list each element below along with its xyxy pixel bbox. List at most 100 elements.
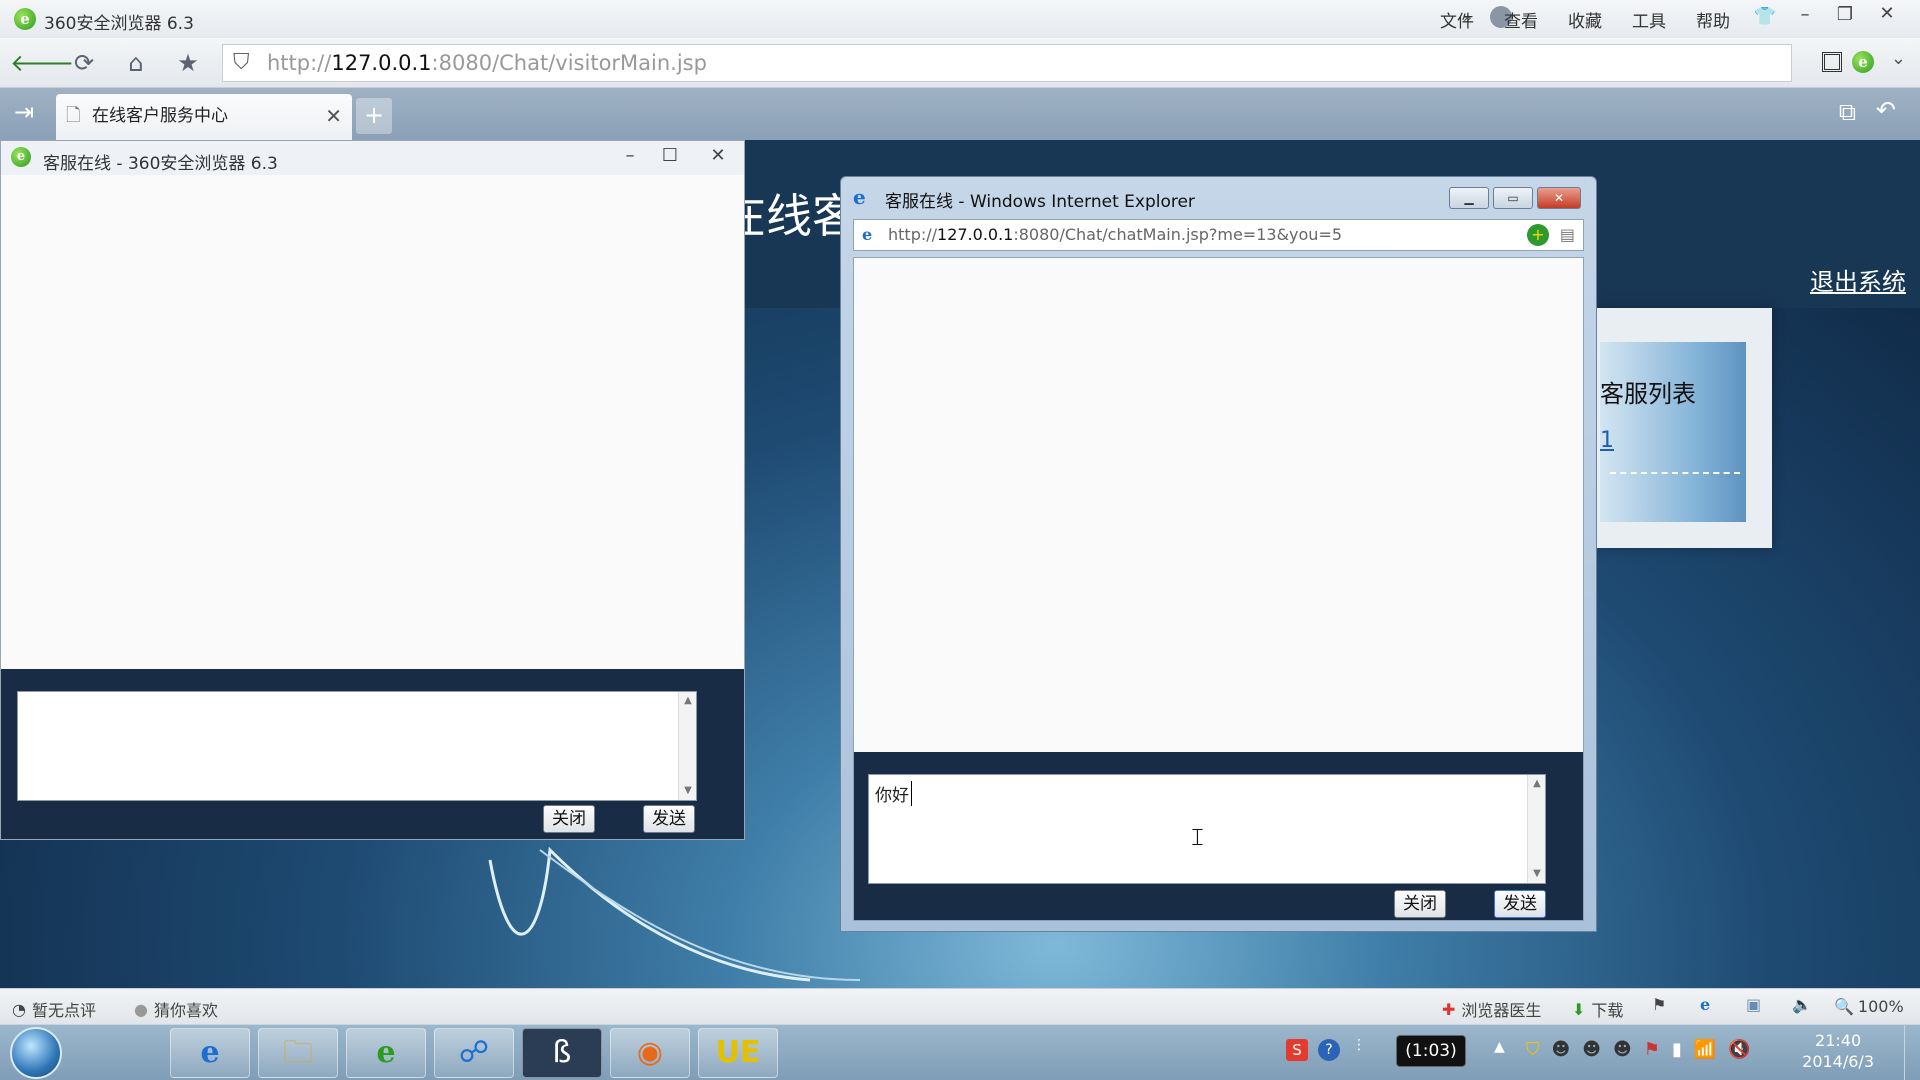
network-app-taskbar-icon[interactable]: ☍ <box>434 1028 514 1078</box>
popup360-close-button[interactable]: 关闭 <box>543 805 595 833</box>
status-recommend[interactable]: ● 猜你喜欢 <box>134 997 218 1021</box>
battery-icon[interactable]: ▮ <box>1672 1039 1682 1060</box>
popup360-scrollbar[interactable]: ▲ ▼ <box>678 692 696 800</box>
security-tray-icon[interactable]: ⛉ <box>1526 1039 1540 1060</box>
start-button[interactable] <box>10 1027 62 1079</box>
download-button[interactable]: ⬇ 下载 <box>1572 997 1623 1021</box>
ie-compat-icon[interactable]: + <box>1527 224 1549 246</box>
sidebar-toggle-icon[interactable]: ⇥ <box>14 98 34 126</box>
popup360-maximize-icon[interactable]: ☐ <box>651 145 689 166</box>
popup360-close-icon[interactable]: ✕ <box>699 145 737 166</box>
menu-favorites[interactable]: 收藏 <box>1568 7 1602 32</box>
close-icon[interactable]: ✕ <box>1868 3 1906 24</box>
ie-mode-icon[interactable]: e <box>1700 995 1710 1014</box>
chat-popup-360: e 客服在线 - 360安全浏览器 6.3 – ☐ ✕ ▲ ▼ 关闭 发送 <box>0 140 745 840</box>
eclipse-taskbar-icon[interactable]: ß <box>522 1028 602 1078</box>
help-icon[interactable]: ? <box>1318 1039 1340 1061</box>
popup360-logo-icon: e <box>11 147 31 167</box>
refresh-icon[interactable]: ⟳ <box>62 43 106 83</box>
zoom-control[interactable]: 🔍 100% <box>1834 997 1904 1016</box>
ie-scroll-down-icon[interactable]: ▼ <box>1528 865 1546 883</box>
download-label: 下载 <box>1591 1001 1624 1020</box>
status-rating[interactable]: ◔ 暂无点评 <box>12 997 96 1021</box>
ie-page-icon: e <box>862 225 873 244</box>
skin-icon[interactable]: 👕 <box>1746 6 1784 27</box>
explorer-taskbar-icon[interactable]: 🗀 <box>258 1028 338 1078</box>
browser-title: 360安全浏览器 6.3 <box>44 14 194 34</box>
ime-settings-icon[interactable]: ⋮ <box>1352 1037 1366 1053</box>
ie-close-icon[interactable]: ✕ <box>1537 187 1581 209</box>
menu-bar: 文件 查看 收藏 工具 帮助 <box>1440 7 1730 32</box>
window-list-icon[interactable]: ⧉ <box>1839 98 1856 126</box>
screenshot-icon[interactable]: ▣ <box>1746 995 1761 1014</box>
chat-popup-ie: e 客服在线 - Windows Internet Explorer ▁ ▭ ✕… <box>840 176 1597 932</box>
favorite-star-icon[interactable]: ★ <box>166 43 210 83</box>
cs-list-panel: 客服列表 1 <box>1596 308 1772 548</box>
qq-tray-icon-3[interactable]: ☻ <box>1613 1039 1632 1060</box>
popup360-title: 客服在线 - 360安全浏览器 6.3 <box>43 154 278 174</box>
network-signal-icon[interactable]: 📶 <box>1694 1039 1716 1060</box>
ie-restore-icon[interactable]: ▭ <box>1493 187 1533 209</box>
ime-icon[interactable]: S <box>1286 1039 1308 1061</box>
scroll-down-icon[interactable]: ▼ <box>679 782 697 800</box>
restore-icon[interactable]: ❐ <box>1826 4 1864 25</box>
ultraedit-taskbar-icon[interactable]: UE <box>698 1028 778 1078</box>
status-rating-label: 暂无点评 <box>31 1001 96 1020</box>
tab-online-service[interactable]: 🗋 在线客户服务中心 ✕ <box>56 94 352 140</box>
tab-title: 在线客户服务中心 <box>92 106 228 126</box>
new-tab-button[interactable]: + <box>356 98 392 134</box>
browser-titlebar: e 360安全浏览器 6.3 » 文件 查看 收藏 工具 帮助 👕 – ❐ ✕ <box>0 0 1920 38</box>
qq-tray-icon-2[interactable]: ☻ <box>1582 1039 1601 1060</box>
firefox-taskbar-icon[interactable]: ◉ <box>610 1028 690 1078</box>
cs-list-item[interactable]: 1 <box>1600 428 1614 453</box>
ie-send-button[interactable]: 发送 <box>1494 890 1546 918</box>
system-clock[interactable]: 21:40 2014/6/3 <box>1802 1030 1874 1072</box>
back-icon[interactable]: 🡐 <box>10 43 74 83</box>
ie-url-prefix: http:// <box>888 225 938 244</box>
ie-address-bar[interactable]: e http://127.0.0.1:8080/Chat/chatMain.js… <box>853 219 1584 251</box>
ie-message-input[interactable]: 你好 𝙸 ▲ ▼ <box>868 774 1546 884</box>
popup360-minimize-icon[interactable]: – <box>611 145 649 166</box>
tray-expand-icon[interactable]: ▲ <box>1494 1039 1505 1055</box>
tab-close-icon[interactable]: ✕ <box>325 94 342 138</box>
flag-tray-icon[interactable]: ⚑ <box>1644 1039 1660 1060</box>
ie-taskbar-icon[interactable]: e <box>170 1028 250 1078</box>
ie-minimize-icon[interactable]: ▁ <box>1449 187 1489 209</box>
browser-doctor[interactable]: ✚ 浏览器医生 <box>1442 997 1541 1021</box>
scroll-up-icon[interactable]: ▲ <box>679 692 697 710</box>
ie-logo-icon: e <box>853 185 866 209</box>
zoom-value: 100% <box>1857 997 1904 1016</box>
ie-title: 客服在线 - Windows Internet Explorer <box>885 192 1195 212</box>
qrcode-icon[interactable] <box>1822 52 1842 72</box>
volume-icon[interactable]: 🔈 <box>1792 995 1812 1014</box>
menu-help[interactable]: 帮助 <box>1696 7 1730 32</box>
speaker-muted-icon[interactable]: 🔇 <box>1728 1039 1750 1060</box>
ie-page-menu-icon[interactable]: ▤ <box>1560 220 1575 250</box>
ie-close-button[interactable]: 关闭 <box>1394 890 1446 918</box>
popup360-input-area: ▲ ▼ 关闭 发送 <box>1 669 744 839</box>
popup360-message-input[interactable]: ▲ ▼ <box>17 691 697 801</box>
menu-view[interactable]: 查看 <box>1504 7 1538 32</box>
ie-scroll-up-icon[interactable]: ▲ <box>1528 775 1546 793</box>
address-bar[interactable]: ⛉ http://127.0.0.1:8080/Chat/visitorMain… <box>222 44 1792 82</box>
minimize-icon[interactable]: – <box>1786 4 1824 25</box>
undo-close-icon[interactable]: ↶ <box>1876 96 1896 124</box>
ie-chat-content: 你好 𝙸 ▲ ▼ 关闭 发送 <box>853 257 1584 921</box>
navigation-bar: 🡐 ⟳ ⌂ ★ ⛉ http://127.0.0.1:8080/Chat/vis… <box>0 38 1920 88</box>
browser360-taskbar-icon[interactable]: e <box>346 1028 426 1078</box>
logout-link[interactable]: 退出系统 <box>1810 262 1906 297</box>
cs-divider <box>1610 472 1740 474</box>
browser-logo-icon: e <box>14 8 36 30</box>
flag-icon[interactable]: ⚑ <box>1652 995 1666 1014</box>
qq-tray-icon-1[interactable]: ☻ <box>1552 1039 1571 1060</box>
ie-scrollbar[interactable]: ▲ ▼ <box>1527 775 1545 883</box>
menu-file[interactable]: 文件 <box>1440 7 1474 32</box>
popup360-send-button[interactable]: 发送 <box>643 805 695 833</box>
home-icon[interactable]: ⌂ <box>114 43 158 83</box>
browser-engine-icon[interactable]: e <box>1852 51 1874 73</box>
recording-timer[interactable]: (1:03) <box>1396 1035 1466 1067</box>
shield-icon: ⛉ <box>233 50 250 75</box>
chevron-down-icon[interactable]: ⌄ <box>1891 48 1906 69</box>
show-desktop-button[interactable] <box>1904 1025 1920 1080</box>
menu-tools[interactable]: 工具 <box>1632 7 1666 32</box>
